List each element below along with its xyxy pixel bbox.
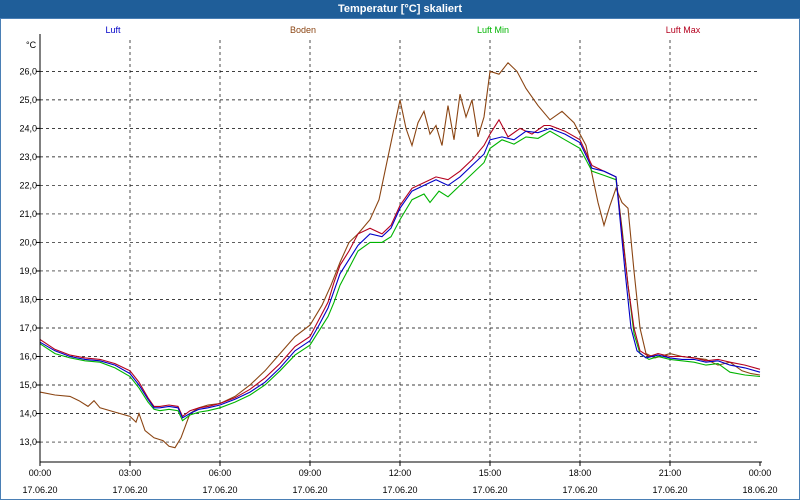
y-tick-label: 19,0 [19, 266, 37, 276]
y-tick-label: 24,0 [19, 123, 37, 133]
series-line-luft [39, 127, 761, 419]
x-tick-time: 18:00 [569, 468, 592, 478]
y-tick-label: 26,0 [19, 66, 37, 76]
x-axis-ticks: 00:00 17.06.20 03:00 17.06.20 06:00 17.06.20 0… [22, 468, 777, 495]
x-tick-time: 03:00 [119, 468, 142, 478]
y-tick-label: 23,0 [19, 152, 37, 162]
y-axis-label: °C [26, 40, 37, 50]
y-tick-label: 17,0 [19, 323, 37, 333]
legend-item-luft: Luft [105, 25, 121, 35]
x-tick-date: 17.06.20 [22, 485, 57, 495]
legend-item-boden: Boden [290, 25, 316, 35]
x-tick-date: 17.06.20 [112, 485, 147, 495]
x-tick-date: 17.06.20 [652, 485, 687, 495]
y-tick-label: 20,0 [19, 237, 37, 247]
y-tick-label: 21,0 [19, 209, 37, 219]
x-tick-date: 17.06.20 [472, 485, 507, 495]
legend: Luft Boden Luft Min Luft Max [105, 25, 700, 35]
y-axis-ticks: 13,0 14,0 15,0 16,0 17,0 18,0 19,0 20,0 21,0 22,0… [19, 66, 37, 447]
y-tick-label: 15,0 [19, 380, 37, 390]
x-tick-time: 09:00 [299, 468, 322, 478]
legend-item-luft-min: Luft Min [477, 25, 509, 35]
x-tick-date: 17.06.20 [202, 485, 237, 495]
y-tick-label: 13,0 [19, 437, 37, 447]
y-tick-label: 25,0 [19, 95, 37, 105]
x-tick-time: 00:00 [749, 468, 772, 478]
x-tick-date: 17.06.20 [382, 485, 417, 495]
y-tick-label: 14,0 [19, 409, 37, 419]
x-tick-time: 21:00 [659, 468, 682, 478]
x-tick-time: 12:00 [389, 468, 412, 478]
x-tick-time: 06:00 [209, 468, 232, 478]
grid [36, 40, 761, 466]
x-tick-date: 17.06.20 [562, 485, 597, 495]
x-tick-time: 00:00 [29, 468, 52, 478]
x-tick-time: 15:00 [479, 468, 502, 478]
y-tick-label: 16,0 [19, 352, 37, 362]
x-tick-date: 17.06.20 [292, 485, 327, 495]
legend-item-luft-max: Luft Max [666, 25, 701, 35]
y-tick-label: 18,0 [19, 294, 37, 304]
y-tick-label: 22,0 [19, 180, 37, 190]
temperature-chart: Luft Boden Luft Min Luft Max °C 13,0 14,0 15,… [19, 25, 777, 495]
x-tick-date: 18.06.20 [742, 485, 777, 495]
